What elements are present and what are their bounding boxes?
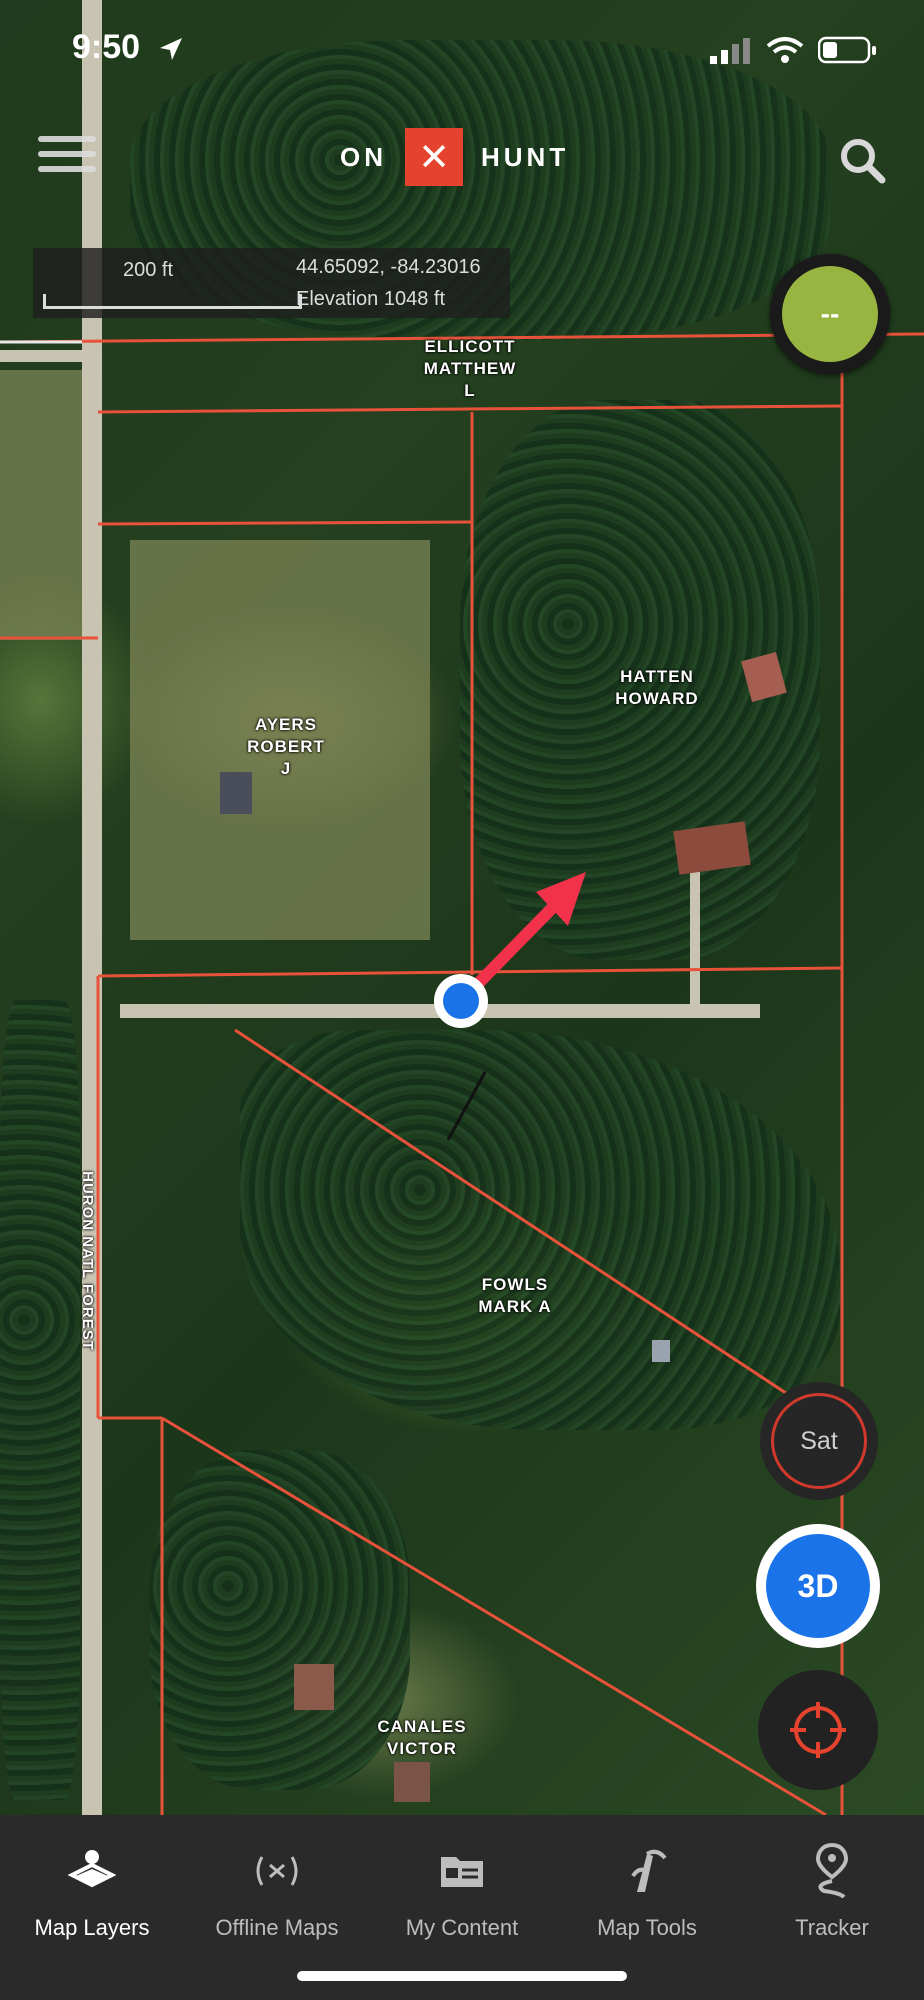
tab-map-tools[interactable]: Map Tools (555, 1815, 739, 1955)
tab-map-layers[interactable]: Map Layers (0, 1815, 184, 1955)
compass-tracking-button[interactable] (758, 1670, 878, 1790)
status-time: 9:50 (72, 28, 141, 66)
tab-offline-maps[interactable]: Offline Maps (185, 1815, 369, 1955)
tab-label: Map Layers (34, 1915, 150, 1940)
hamburger-line (38, 136, 96, 142)
status-bar: 9:50 (0, 0, 924, 100)
battery-icon (818, 36, 876, 64)
elevation-readout: Elevation 1048 ft (296, 288, 445, 310)
hamburger-line (38, 151, 96, 157)
wifi-icon (766, 37, 804, 63)
menu-button[interactable] (38, 136, 96, 178)
coordinates-readout: 44.65092, -84.23016 (296, 256, 481, 278)
tracker-icon (815, 1843, 849, 1899)
parcel-owner-label[interactable]: FOWLS MARK A (455, 1274, 575, 1318)
map-tools-icon (631, 1849, 667, 1892)
signal-icon (710, 38, 750, 64)
parcel-owner-label[interactable]: ELLICOTT MATTHEW L (405, 336, 535, 402)
home-indicator[interactable] (297, 1971, 627, 1981)
tab-label: Tracker (795, 1915, 869, 1940)
parcel-owner-label[interactable]: AYERS ROBERT J (226, 714, 346, 780)
tab-label: My Content (405, 1915, 519, 1940)
basemap-toggle-button[interactable]: Sat (760, 1382, 878, 1500)
scale-coordinates-panel[interactable]: 200 ft 44.65092, -84.23016 Elevation 104… (33, 248, 510, 318)
location-arrow-icon (160, 38, 182, 60)
hamburger-line (38, 166, 96, 172)
scale-bar (43, 294, 302, 309)
tab-label: Map Tools (597, 1915, 697, 1940)
parcel-owner-label[interactable]: CANALES VICTOR (362, 1716, 482, 1760)
search-icon[interactable] (838, 136, 886, 184)
tab-my-content[interactable]: My Content (370, 1815, 554, 1955)
gps-accuracy-button[interactable]: -- (770, 254, 890, 374)
logo-x-mark: ✕ (405, 128, 463, 186)
tab-label: Offline Maps (215, 1915, 339, 1940)
scale-distance: 200 ft (123, 259, 174, 281)
logo-text-on: ON (340, 141, 387, 172)
3d-toggle-label: 3D (766, 1534, 870, 1638)
3d-toggle-button[interactable]: 3D (756, 1524, 880, 1648)
basemap-toggle-label: Sat (771, 1393, 867, 1489)
onx-hunt-logo: ON ✕ HUNT (340, 128, 569, 186)
offline-maps-icon (256, 1856, 298, 1886)
gps-accuracy-value: -- (782, 266, 878, 362)
tab-tracker[interactable]: Tracker (740, 1815, 924, 1955)
map-layers-icon (68, 1850, 116, 1888)
my-content-icon (441, 1857, 483, 1887)
forest-label: HURON NATL FOREST (79, 1171, 96, 1351)
compass-crosshair-icon (790, 1702, 846, 1758)
logo-text-hunt: HUNT (481, 141, 570, 172)
parcel-owner-label[interactable]: HATTEN HOWARD (597, 666, 717, 710)
current-location-dot (434, 974, 488, 1028)
